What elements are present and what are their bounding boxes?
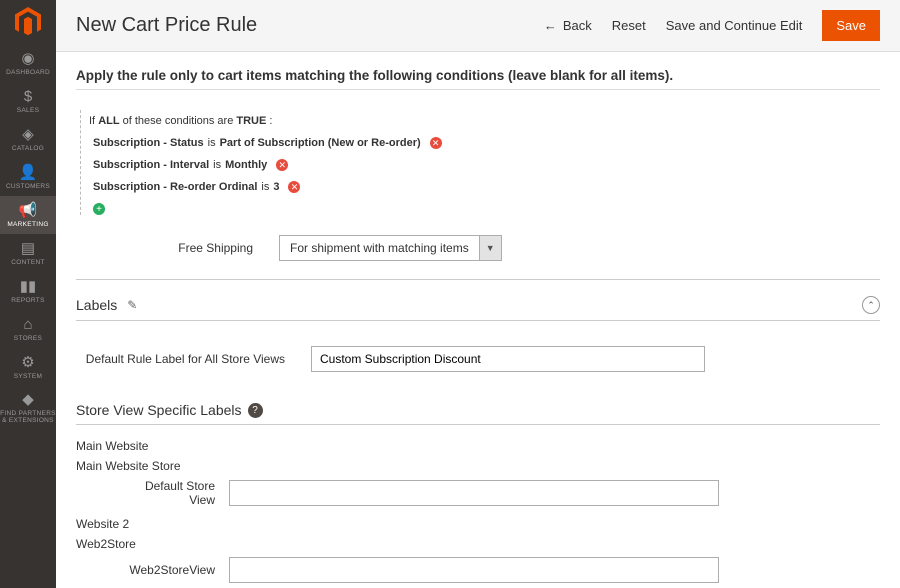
sidebar-item-customers[interactable]: 👤 CUSTOMERS [0,158,56,196]
store-icon: ⌂ [23,316,32,333]
admin-sidebar: ◉ DASHBOARD $ SALES ◈ CATALOG 👤 CUSTOMER… [0,0,56,588]
store-label: Web2Store [76,537,880,551]
sidebar-item-marketing[interactable]: 📢 MARKETING [0,196,56,234]
store-view-row: Default Store View [121,479,880,507]
sidebar-item-catalog[interactable]: ◈ CATALOG [0,120,56,158]
delete-icon[interactable]: ✕ [288,181,300,193]
collapse-icon[interactable]: ⌃ [862,296,880,314]
rule-root: If ALL of these conditions are TRUE : [81,110,880,132]
add-icon[interactable]: + [93,203,105,215]
free-shipping-label: Free Shipping [76,241,279,255]
sidebar-item-sales[interactable]: $ SALES [0,82,56,120]
rule-item: Subscription - Re-order Ordinal is 3 ✕ [81,176,880,198]
delete-icon[interactable]: ✕ [276,159,288,171]
default-label-text: Default Rule Label for All Store Views [76,352,311,366]
sidebar-item-stores[interactable]: ⌂ STORES [0,310,56,348]
header-actions: ← Back Reset Save and Continue Edit Save [544,10,880,41]
page-header: New Cart Price Rule ← Back Reset Save an… [56,0,900,52]
sidebar-item-system[interactable]: ⚙ SYSTEM [0,348,56,386]
rule-tree: If ALL of these conditions are TRUE : Su… [80,110,880,215]
magento-logo[interactable] [12,6,44,38]
sidebar-item-dashboard[interactable]: ◉ DASHBOARD [0,44,56,82]
arrow-left-icon: ← [544,18,557,33]
person-icon: 👤 [19,163,38,181]
store-view-section: Store View Specific Labels ? Main Websit… [76,402,880,583]
save-continue-button[interactable]: Save and Continue Edit [666,18,803,33]
delete-icon[interactable]: ✕ [430,137,442,149]
store-view-input-1[interactable] [229,480,719,506]
website-label: Website 2 [76,517,880,531]
conditions-section: Apply the rule only to cart items matchi… [76,68,880,280]
store-view-heading: Store View Specific Labels ? [76,402,880,425]
free-shipping-row: Free Shipping For shipment with matching… [76,235,880,261]
dashboard-icon: ◉ [21,49,34,67]
free-shipping-select[interactable]: For shipment with matching items ▼ [279,235,502,261]
content-icon: ▤ [21,239,35,257]
sidebar-item-content[interactable]: ▤ CONTENT [0,234,56,272]
store-view-input-2[interactable] [229,557,719,583]
default-label-row: Default Rule Label for All Store Views [76,346,880,372]
default-label-input[interactable] [311,346,705,372]
cube-icon: ◈ [22,125,34,143]
labels-title: Labels [76,297,117,313]
labels-section: Labels ✎ ⌃ Default Rule Label for All St… [76,296,880,372]
website-label: Main Website [76,439,880,453]
rule-item: Subscription - Status is Part of Subscri… [81,132,880,154]
reset-button[interactable]: Reset [612,18,646,33]
sidebar-item-reports[interactable]: ▮▮ REPORTS [0,272,56,310]
page-title: New Cart Price Rule [76,14,257,37]
labels-header[interactable]: Labels ✎ ⌃ [76,296,880,321]
chart-icon: ▮▮ [20,277,37,295]
rule-item: Subscription - Interval is Monthly ✕ [81,154,880,176]
partners-icon: ◆ [22,390,34,408]
megaphone-icon: 📢 [19,201,38,219]
chevron-down-icon: ▼ [480,235,502,261]
dollar-icon: $ [24,88,32,105]
conditions-heading: Apply the rule only to cart items matchi… [76,68,880,90]
pencil-icon[interactable]: ✎ [127,298,137,312]
back-button[interactable]: ← Back [544,18,592,33]
content-area: Apply the rule only to cart items matchi… [56,52,900,588]
store-label: Main Website Store [76,459,880,473]
store-view-row: Web2StoreView [121,557,880,583]
gear-icon: ⚙ [21,353,34,371]
sidebar-item-partners[interactable]: ◆ FIND PARTNERS& EXTENSIONS [0,386,56,428]
help-icon[interactable]: ? [248,403,263,418]
save-button[interactable]: Save [822,10,880,41]
main-content: New Cart Price Rule ← Back Reset Save an… [56,0,900,588]
